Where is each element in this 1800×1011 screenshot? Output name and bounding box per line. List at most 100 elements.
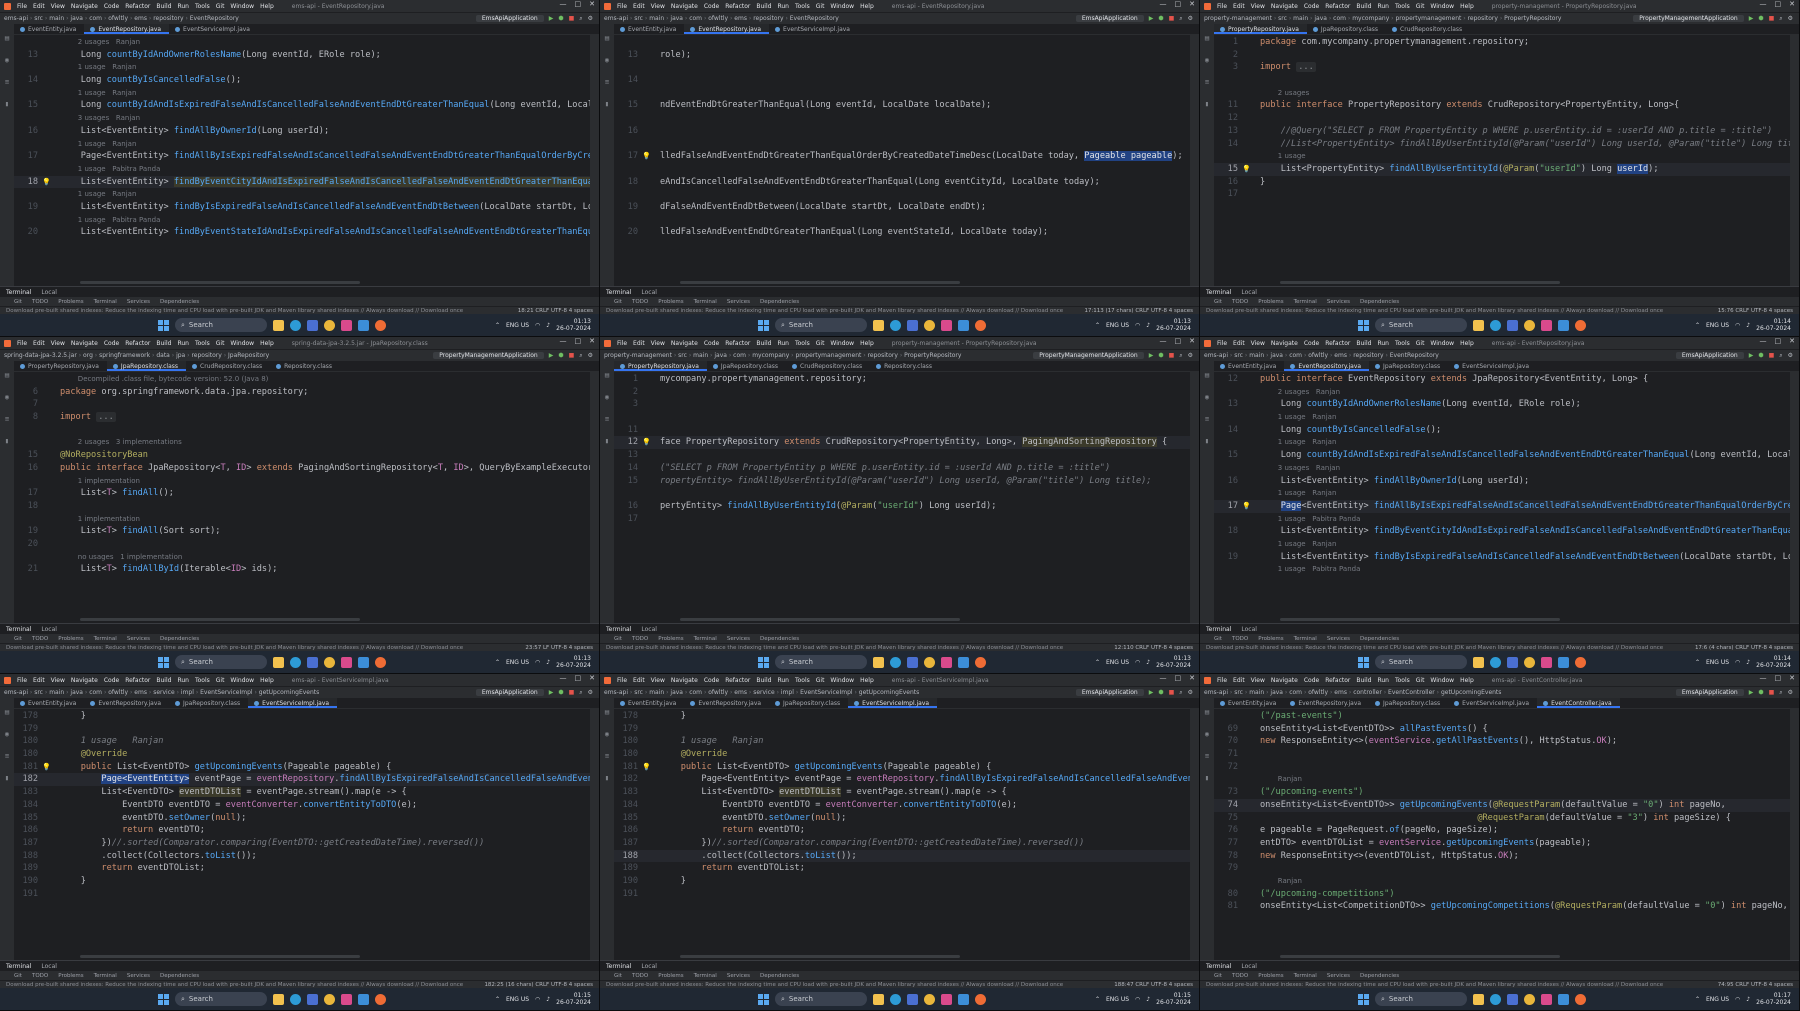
menu-item-git[interactable]: Git [1416,340,1425,347]
cursor-position[interactable]: 17:113 (17 chars) CRLF UTF-8 4 spaces [1084,308,1193,314]
postman-icon[interactable] [975,656,986,668]
code-line[interactable]: 17 [614,513,1190,526]
input-language[interactable]: ENG US [506,322,529,329]
breadcrumb-item[interactable]: com [89,689,102,696]
commit-icon[interactable]: ◉ [1205,393,1209,401]
maximize-icon[interactable]: □ [1775,0,1782,8]
code-line[interactable]: 17 💡 Page<EventEntity> findAllByIsExpired… [1214,499,1790,513]
file-explorer-icon[interactable] [873,993,884,1005]
editor-tab[interactable]: JpaRepository.class [1369,698,1448,708]
code-line[interactable]: 6 package org.springframework.data.jpa.re… [14,386,590,399]
volume-icon[interactable]: ♪ [546,322,550,329]
editor-tab[interactable]: JpaRepository.class [106,361,187,371]
code-line[interactable]: 1 usage Ranjan [1214,487,1790,500]
code-line[interactable]: 2 usages Ranjan [14,36,590,49]
menu-item-window[interactable]: Window [830,340,854,347]
code-line[interactable]: 179 [614,723,1190,736]
breadcrumb-item[interactable]: ems [134,689,147,696]
volume-icon[interactable]: ♪ [1746,659,1750,666]
horizontal-scrollbar[interactable] [680,955,960,958]
tool-window-tab[interactable]: Local [41,626,57,633]
tool-window-button[interactable]: Git [1214,636,1222,642]
volume-icon[interactable]: ♪ [1746,996,1750,1003]
horizontal-scrollbar[interactable] [1280,618,1560,621]
minimize-icon[interactable]: — [560,337,567,345]
code-line[interactable]: 14 [614,74,1190,87]
breadcrumb-item[interactable]: springframework [99,352,150,359]
clock[interactable]: 01:13 26-07-2024 [556,318,591,332]
tool-window-button[interactable]: Dependencies [1360,973,1399,979]
debug-icon[interactable]: ⬢ [1758,15,1763,23]
menu-item-help[interactable]: Help [260,3,274,10]
postman-icon[interactable] [1575,319,1586,331]
close-icon[interactable]: ✕ [589,674,595,682]
menu-item-code[interactable]: Code [104,340,119,347]
breadcrumb-item[interactable]: com [733,352,746,359]
breadcrumb-item[interactable]: propertymanagement [1395,15,1461,22]
taskbar-search[interactable]: ⌕ Search [775,318,867,332]
intellij-icon[interactable] [341,993,352,1005]
wifi-icon[interactable]: ◠ [535,996,540,1003]
menu-item-edit[interactable]: Edit [633,340,645,347]
settings-icon[interactable]: ⚙ [588,689,593,697]
breadcrumb-item[interactable]: ems-api [604,15,628,22]
menu-item-run[interactable]: Run [1377,340,1389,347]
menu-item-file[interactable]: File [617,677,627,684]
cursor-position[interactable]: 188:47 CRLF UTF-8 4 spaces [1114,982,1193,988]
chrome-icon[interactable] [924,993,935,1005]
code-line[interactable] [614,87,1190,100]
store-icon[interactable] [907,319,918,331]
code-line[interactable]: 15 Long countByIdAndIsExpiredFalseAndIsC… [1214,449,1790,462]
editor-tab[interactable]: EventEntity.java [14,24,84,34]
debug-icon[interactable]: ⬢ [1758,689,1763,697]
code-line[interactable]: 190 } [14,875,590,888]
project-icon[interactable]: ▤ [5,34,9,42]
editor-tab[interactable]: EventEntity.java [1214,361,1284,371]
chevron-up-icon[interactable]: ⌃ [1095,996,1100,1003]
menu-item-build[interactable]: Build [1356,677,1371,684]
file-explorer-icon[interactable] [273,319,284,331]
tool-window-button[interactable]: Dependencies [1360,299,1399,305]
code-line[interactable]: 1 usage Pabitra Panda [1214,513,1790,526]
project-icon[interactable]: ▤ [5,708,9,716]
settings-icon[interactable]: ⚙ [1188,352,1193,360]
menu-item-tools[interactable]: Tools [795,3,810,10]
code-line[interactable]: 75 @RequestParam(defaultValue = "3") int… [1214,812,1790,825]
minimize-icon[interactable]: — [1160,337,1167,345]
commit-icon[interactable]: ◉ [605,56,609,64]
chevron-up-icon[interactable]: ⌃ [1695,322,1700,329]
editor-tab[interactable]: EventRepository.java [1284,361,1370,371]
bookmarks-icon[interactable]: ▮ [5,100,9,108]
code-line[interactable]: 72 [1214,761,1790,774]
project-icon[interactable]: ▤ [1205,34,1209,42]
breadcrumb-item[interactable]: main [1249,352,1264,359]
project-icon[interactable]: ▤ [605,708,609,716]
close-icon[interactable]: ✕ [1789,0,1795,8]
code-line[interactable] [614,112,1190,125]
breadcrumb-item[interactable]: main [649,15,664,22]
code-line[interactable]: 183 List<EventDTO> eventDTOList = eventP… [14,786,590,799]
lightbulb-icon[interactable]: 💡 [642,761,660,774]
menu-item-window[interactable]: Window [1430,340,1454,347]
code-line[interactable]: 13 Long countByIdAndOwnerRolesName(Long … [14,49,590,62]
menu-item-code[interactable]: Code [1304,3,1319,10]
code-editor[interactable]: 12 public interface EventRepository exten… [1214,373,1790,623]
tool-window-button[interactable]: Dependencies [160,973,199,979]
menu-item-git[interactable]: Git [216,3,225,10]
breadcrumb-item[interactable]: JpaRepository [228,352,269,359]
code-line[interactable] [614,163,1190,176]
input-language[interactable]: ENG US [506,996,529,1003]
menu-item-view[interactable]: View [651,3,665,10]
tool-window-button[interactable]: Git [1214,973,1222,979]
menu-item-edit[interactable]: Edit [633,677,645,684]
input-language[interactable]: ENG US [1706,996,1729,1003]
menu-item-navigate[interactable]: Navigate [1271,3,1298,10]
maximize-icon[interactable]: □ [1175,337,1182,345]
code-line[interactable]: 180 1 usage Ranjan [614,735,1190,748]
editor-tab[interactable]: JpaRepository.class [707,361,786,371]
breadcrumb-item[interactable]: ems [1334,352,1347,359]
vscode-icon[interactable] [958,656,969,668]
menu-item-help[interactable]: Help [1460,3,1474,10]
menu-item-refactor[interactable]: Refactor [725,3,750,10]
menu-item-edit[interactable]: Edit [33,3,45,10]
